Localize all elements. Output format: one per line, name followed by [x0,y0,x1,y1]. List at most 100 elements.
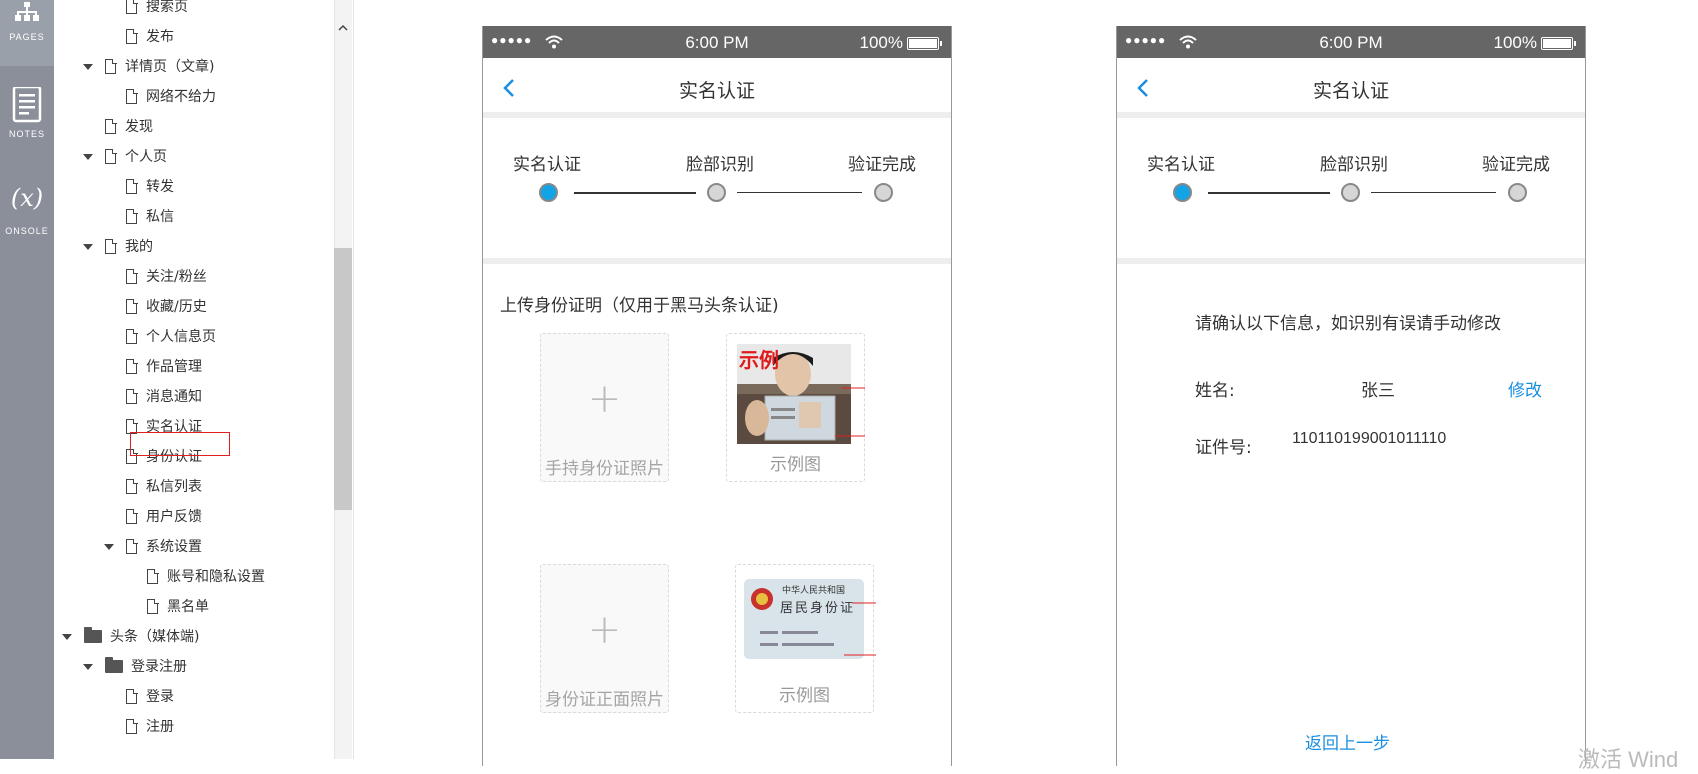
caret-down-icon[interactable] [83,64,93,70]
tree-item-label: 详情页（文章) [125,59,215,75]
step-dot-2 [707,183,726,202]
page-icon [105,238,117,254]
upload-handheld-photo[interactable]: + 手持身份证照片 [540,333,669,482]
tree-item-label: 头条（媒体端) [110,629,200,645]
page-icon [126,538,138,554]
page-icon [126,508,138,524]
example-caption-1: 示例图 [770,455,821,475]
page-tree: 搜索页 发布详情页（文章) 网络不给力 发现个人页转发私信我的关注/粉丝收藏/历史 个人… [54,0,354,759]
edit-link[interactable]: 修改 [1508,376,1542,401]
tree-item[interactable]: 个人页 [54,142,334,172]
tree-item[interactable]: 发现 [54,112,334,142]
variable-icon: (x) [10,184,44,212]
step-label-done: 验证完成 [1482,155,1550,175]
tree-item[interactable]: 转发 [54,172,334,202]
caret-down-icon[interactable] [62,634,72,640]
tree-item[interactable]: 黑名单 [54,592,334,622]
status-bar: ●●●●● 6:00 PM 100% [1117,26,1585,58]
upload-front-caption: 身份证正面照片 [545,690,664,710]
id-value: 110110199001011110 [1292,430,1447,447]
notes-tab[interactable]: NOTES [0,66,54,162]
chevron-up-icon[interactable] [337,22,349,34]
upload-front-photo[interactable]: + 身份证正面照片 [540,564,669,713]
tree-item[interactable]: 个人信息页 [54,322,334,352]
step-label-verify: 实名认证 [1147,155,1215,175]
step-dot-1 [1173,183,1192,202]
tree-item[interactable]: 搜索页 [54,0,334,22]
tree-item[interactable]: 登录注册 [54,652,334,682]
left-rail: PAGES NOTES (x) ONSOLE [0,0,54,759]
back-step-link[interactable]: 返回上一步 [1305,729,1390,754]
tree-item[interactable]: 账号和隐私设置 [54,562,334,592]
tree-item-label: 登录注册 [131,659,187,675]
console-tab[interactable]: (x) ONSOLE [0,162,54,258]
step-dot-1 [539,183,558,202]
step-dot-3 [1508,183,1527,202]
page-icon [126,688,138,704]
tree-item-label: 注册 [146,719,174,735]
idcard-header: 中华人民共和国 [782,586,846,596]
selected-page-highlight [130,432,230,456]
confirm-prompt: 请确认以下信息，如识别有误请手动修改 [1195,314,1501,334]
os-watermark: 激活 Wind [1578,747,1679,772]
tree-item[interactable]: 注册 [54,712,334,742]
step-label-done: 验证完成 [848,155,916,175]
page-icon [126,298,138,314]
tree-item[interactable]: 网络不给力 [54,82,334,112]
step-dot-2 [1341,183,1360,202]
tree-item-label: 个人页 [125,149,167,165]
page-icon [126,28,138,44]
battery-icon [1541,37,1576,50]
step-label-verify: 实名认证 [513,155,581,175]
tree-item[interactable]: 作品管理 [54,352,334,382]
tree-item[interactable]: 消息通知 [54,382,334,412]
tree-item-label: 转发 [146,179,174,195]
plus-icon: + [587,376,622,422]
example-caption-2: 示例图 [779,686,830,706]
tree-item[interactable]: 登录 [54,682,334,712]
step-line-1 [574,192,696,194]
tree-item[interactable]: 我的 [54,232,334,262]
tree-item[interactable]: 详情页（文章) [54,52,334,82]
tree-item-label: 消息通知 [146,389,202,405]
step-line-2 [737,192,862,193]
page-icon [126,0,138,14]
step-line-1 [1208,192,1330,194]
notes-icon [12,87,42,123]
page-icon [126,478,138,494]
tree-scrollbar-thumb[interactable] [334,248,352,510]
battery-percent: 100% [1493,33,1537,52]
phone-confirm-info: ●●●●● 6:00 PM 100% 实名认证 实名认证 脸部识别 验证完成 请… [1116,26,1586,766]
tree-item-label: 关注/粉丝 [146,269,207,285]
caret-down-icon[interactable] [83,664,93,670]
tree-item[interactable]: 收藏/历史 [54,292,334,322]
tree-item[interactable]: 用户反馈 [54,502,334,532]
page-icon [147,568,159,584]
tree-item[interactable]: 头条（媒体端) [54,622,334,652]
tree-item-label: 私信列表 [146,479,202,495]
tree-item[interactable]: 系统设置 [54,532,334,562]
page-icon [126,328,138,344]
plus-icon: + [587,607,622,653]
tree-item-label: 用户反馈 [146,509,202,525]
example-badge: 示例 [739,348,779,372]
status-bar: ●●●●● 6:00 PM 100% [483,26,951,58]
step-label-face: 脸部识别 [686,155,754,175]
nav-bar: 实名认证 [1117,58,1585,118]
tree-item[interactable]: 发布 [54,22,334,52]
tree-item[interactable]: 关注/粉丝 [54,262,334,292]
caret-down-icon[interactable] [83,244,93,250]
step-dot-3 [874,183,893,202]
tree-item[interactable]: 私信 [54,202,334,232]
page-icon [147,598,159,614]
tree-item-label: 作品管理 [146,359,202,375]
page-icon [126,388,138,404]
caret-down-icon[interactable] [104,544,114,550]
phone-upload-id: ●●●●● 6:00 PM 100% 实名认证 实名认证 脸部识别 验证完成 上… [482,26,952,766]
page-icon [126,178,138,194]
tree-item-label: 私信 [146,209,174,225]
caret-down-icon[interactable] [83,154,93,160]
tree-item[interactable]: 私信列表 [54,472,334,502]
pages-tab[interactable]: PAGES [0,0,54,66]
upload-section-title: 上传身份证明（仅用于黑马头条认证) [500,296,779,316]
